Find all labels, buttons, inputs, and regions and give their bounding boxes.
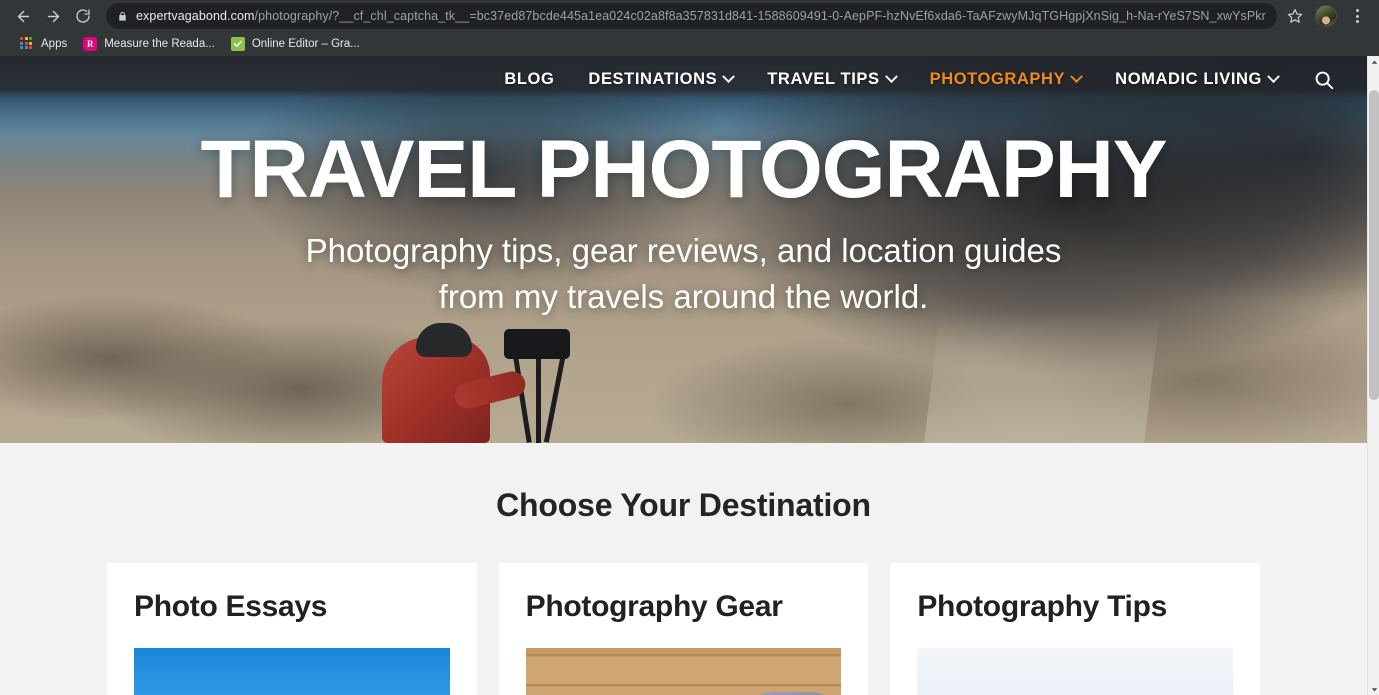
bookmarks-bar: Apps R Measure the Reada... Online Edito…	[0, 32, 1379, 56]
chevron-down-icon	[1070, 70, 1084, 84]
bookmark-online-editor[interactable]: Online Editor – Gra...	[223, 34, 368, 54]
back-button[interactable]	[8, 1, 38, 31]
destination-card-list: Photo Essays Photography Gear Photograph…	[0, 563, 1367, 695]
nav-item-label: NOMADIC LIVING	[1115, 70, 1262, 88]
nav-item-blog[interactable]: BLOG	[487, 70, 571, 89]
page-viewport: BLOG DESTINATIONS TRAVEL TIPS PHOTOGRAPH…	[0, 56, 1379, 695]
card-title: Photo Essays	[134, 590, 328, 623]
site-navigation: BLOG DESTINATIONS TRAVEL TIPS PHOTOGRAPH…	[0, 56, 1367, 103]
reload-button[interactable]	[68, 1, 98, 31]
hero-text-block: TRAVEL PHOTOGRAPHY Photography tips, gea…	[0, 128, 1367, 321]
web-page: BLOG DESTINATIONS TRAVEL TIPS PHOTOGRAPH…	[0, 56, 1367, 695]
chrome-menu-button[interactable]	[1343, 2, 1371, 30]
destination-card-photo-essays[interactable]: Photo Essays	[107, 563, 477, 695]
destinations-section: Choose Your Destination Photo Essays Pho…	[0, 443, 1367, 695]
scroll-down-arrow-icon[interactable]	[1368, 683, 1379, 695]
nav-item-destinations[interactable]: DESTINATIONS	[571, 70, 750, 89]
bookmark-apps[interactable]: Apps	[12, 34, 75, 54]
nav-item-travel-tips[interactable]: TRAVEL TIPS	[750, 70, 912, 89]
page-scrollbar[interactable]	[1367, 56, 1379, 695]
forward-button[interactable]	[38, 1, 68, 31]
nav-item-nomadic-living[interactable]: NOMADIC LIVING	[1098, 70, 1295, 89]
section-heading: Choose Your Destination	[496, 487, 871, 523]
scroll-up-arrow-icon[interactable]	[1368, 56, 1379, 68]
search-icon[interactable]	[1295, 69, 1345, 91]
nav-item-label: TRAVEL TIPS	[767, 70, 880, 88]
nav-item-label: DESTINATIONS	[588, 70, 718, 88]
destination-card-photography-tips[interactable]: Photography Tips	[890, 563, 1261, 695]
profile-avatar[interactable]	[1312, 2, 1340, 30]
chevron-down-icon	[722, 70, 736, 84]
lock-icon	[117, 11, 128, 22]
nav-item-photography[interactable]: PHOTOGRAPHY	[913, 70, 1099, 89]
card-thumbnail-photo-essays[interactable]	[134, 648, 450, 695]
card-title: Photography Gear	[525, 590, 783, 623]
bookmark-measure-the-readability[interactable]: R Measure the Reada...	[75, 34, 223, 54]
destination-card-photography-gear[interactable]: Photography Gear	[498, 563, 869, 695]
bookmark-label: Online Editor – Gra...	[251, 38, 360, 50]
nav-item-label: PHOTOGRAPHY	[929, 70, 1066, 88]
page-title: TRAVEL PHOTOGRAPHY	[200, 124, 1167, 215]
card-title: Photography Tips	[917, 590, 1168, 623]
url-host: expertvagabond.com	[136, 9, 255, 23]
avatar	[1315, 5, 1337, 27]
card-thumbnail-photography-gear[interactable]	[525, 648, 842, 695]
browser-chrome: expertvagabond.com/photography/?__cf_chl…	[0, 0, 1379, 56]
bookmark-star-icon[interactable]	[1281, 2, 1309, 30]
browser-toolbar: expertvagabond.com/photography/?__cf_chl…	[0, 0, 1379, 32]
address-bar-text: expertvagabond.com/photography/?__cf_chl…	[136, 3, 1266, 29]
url-path: /photography/?__cf_chl_captcha_tk__=bc37…	[254, 9, 1266, 23]
scrollbar-thumb[interactable]	[1369, 90, 1379, 400]
card-thumbnail-photography-tips[interactable]	[917, 648, 1234, 695]
chevron-down-icon	[884, 70, 898, 84]
hero-section: BLOG DESTINATIONS TRAVEL TIPS PHOTOGRAPH…	[0, 56, 1367, 443]
apps-grid-icon	[20, 37, 34, 51]
address-bar[interactable]: expertvagabond.com/photography/?__cf_chl…	[106, 3, 1277, 29]
letter-r-icon: R	[83, 37, 98, 51]
hero-subtitle: Photography tips, gear reviews, and loca…	[305, 231, 1062, 316]
bookmark-label: Apps	[41, 38, 68, 50]
green-check-icon	[230, 37, 245, 51]
three-dots-icon	[1355, 9, 1359, 23]
chevron-down-icon	[1267, 70, 1280, 84]
nav-item-label: BLOG	[504, 70, 555, 88]
bookmark-label: Measure the Reada...	[104, 38, 215, 50]
